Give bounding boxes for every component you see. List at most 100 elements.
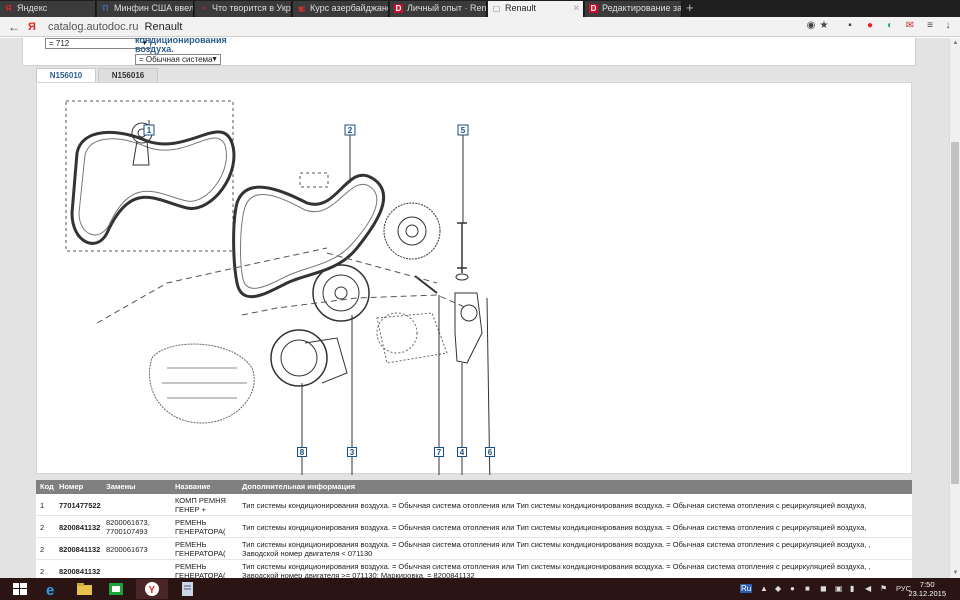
taskbar-file-explorer[interactable]: [68, 579, 100, 599]
mail-notify-icon[interactable]: ✉: [904, 20, 916, 32]
scroll-up-icon[interactable]: ▲: [950, 38, 960, 48]
tab-minfin[interactable]: П Минфин США ввел са: [97, 1, 194, 17]
ac-type-select-value: = Обычная система: [139, 55, 213, 64]
drive2-icon: D: [589, 4, 598, 13]
menu-icon[interactable]: ≡: [924, 20, 936, 32]
tray-app-icon[interactable]: ◆: [775, 584, 781, 593]
tray-arrow-icon[interactable]: ▲: [760, 584, 768, 593]
system-clock[interactable]: 7:50 23.12.2015: [908, 580, 946, 598]
windows-logo-icon: [13, 583, 27, 595]
cell-info: Тип системы кондиционирования воздуха. =…: [242, 562, 871, 578]
page-scrollbar[interactable]: ▲ ▼: [949, 38, 960, 578]
table-row[interactable]: 2 8200841132 8200061673, 7700107493 РЕМЕ…: [36, 516, 912, 538]
new-tab-icon[interactable]: +: [686, 0, 694, 16]
yandex-logo-icon[interactable]: Я: [28, 19, 36, 35]
yandex-browser-icon: Y: [145, 582, 159, 596]
tab-label: Что творится в Украи: [212, 3, 292, 13]
ac-type-label: кондиционирования воздуха.: [135, 38, 227, 54]
tray-app-icon[interactable]: ◼: [820, 584, 827, 593]
cell-info: Тип системы кондиционирования воздуха. =…: [242, 540, 871, 558]
col-code: Код: [40, 482, 54, 491]
tray-app-icon[interactable]: ●: [790, 584, 795, 593]
table-row[interactable]: 2 8200841132 8200061673 РЕМЕНЬ ГЕНЕРАТОР…: [36, 538, 912, 560]
callout-5[interactable]: 5: [461, 126, 466, 135]
clock-date: 23.12.2015: [908, 589, 946, 598]
callout-4[interactable]: 4: [457, 447, 467, 457]
back-icon[interactable]: ←: [8, 19, 20, 35]
alternator-belt-drawing: [232, 173, 386, 299]
taskbar-calculator[interactable]: [172, 579, 204, 599]
tab-label: Личный опыт · Renault: [407, 3, 487, 13]
table-header: Код Номер Замены Название Дополнительная…: [36, 480, 912, 494]
chevron-down-icon: ▼: [211, 56, 218, 63]
tab-label: Renault: [505, 3, 537, 13]
cell-replacements: 8200061673: [106, 545, 148, 554]
table-row[interactable]: 1 7701477522 КОМП РЕМНЯ ГЕНЕР + Тип сист…: [36, 494, 912, 516]
clock-time: 7:50: [919, 580, 935, 589]
cell-name: КОМП РЕМНЯ ГЕНЕР +: [175, 496, 226, 514]
callout-2[interactable]: 2: [348, 126, 353, 135]
network-icon[interactable]: ▮: [850, 584, 854, 593]
page-content: = 712 ▼ кондиционирования воздуха. = Обы…: [0, 38, 949, 578]
col-name: Название: [175, 482, 211, 491]
col-replacements: Замены: [106, 482, 136, 491]
volume-icon[interactable]: ◀: [865, 584, 871, 593]
callout-8[interactable]: 8: [297, 447, 307, 457]
internet-explorer-icon: e: [46, 582, 54, 599]
tab-yandex[interactable]: Я Яндекс: [0, 1, 96, 17]
cell-number[interactable]: 8200841132: [59, 545, 100, 554]
tab-label: Минфин США ввел са: [114, 3, 194, 13]
microphone-icon[interactable]: ◉: [805, 20, 817, 32]
tab-edit-post[interactable]: D Редактирование запис: [585, 1, 682, 17]
yandex-icon: Я: [5, 4, 12, 13]
browser-tab-strip: Я Яндекс П Минфин США ввел са ◔ Что твор…: [0, 0, 960, 17]
cell-code: 2: [40, 523, 45, 532]
tab-label: Яндекс: [17, 3, 48, 13]
taskbar-store[interactable]: [100, 579, 132, 599]
tray-app-icon[interactable]: ▣: [835, 584, 843, 593]
download-icon[interactable]: ↓: [942, 20, 954, 32]
svg-text:e: e: [46, 582, 54, 599]
callout-6[interactable]: 6: [485, 447, 495, 457]
callout-3[interactable]: 3: [347, 447, 357, 457]
translate-icon[interactable]: ◐: [884, 20, 896, 32]
url-page-title: Renault: [144, 21, 183, 33]
taskbar-internet-explorer[interactable]: e: [36, 579, 68, 599]
drive2-icon: D: [394, 4, 403, 13]
action-center-icon[interactable]: ⚑: [880, 584, 887, 593]
url-field[interactable]: catalog.autodoc.ru Renault: [48, 19, 182, 35]
scroll-down-icon[interactable]: ▼: [950, 568, 960, 578]
table-row[interactable]: 2 8200841132 РЕМЕНЬ ГЕНЕРАТОРА( Тип сист…: [36, 560, 912, 578]
taskbar-yandex-browser[interactable]: Y: [136, 579, 168, 599]
tab-n156016[interactable]: N156016: [98, 68, 158, 82]
tab-label: Редактирование запис: [602, 3, 682, 13]
start-button[interactable]: [4, 579, 36, 599]
cell-number[interactable]: 7701477522: [59, 501, 101, 510]
close-tab-icon[interactable]: ✕: [572, 1, 580, 16]
tab-ukraine[interactable]: ◔ Что творится в Украи: [195, 1, 292, 17]
extension-icon[interactable]: ●: [864, 20, 876, 32]
scrollbar-thumb[interactable]: [951, 142, 959, 484]
tab-drive2-renault[interactable]: D Личный опыт · Renault: [390, 1, 487, 17]
opera-icon: ◔: [201, 4, 206, 13]
ac-type-select[interactable]: = Обычная система ▼: [135, 54, 221, 65]
callout-7[interactable]: 7: [434, 447, 444, 457]
callout-1[interactable]: 1: [147, 126, 152, 135]
url-host: catalog.autodoc.ru: [48, 21, 139, 33]
language-indicator-icon[interactable]: Ru: [740, 584, 753, 593]
cell-name: РЕМЕНЬ ГЕНЕРАТОРА(: [175, 562, 226, 578]
cell-number[interactable]: 8200841132: [59, 567, 100, 576]
bookmark-star-icon[interactable]: ★: [818, 20, 830, 32]
tab-azn-rate[interactable]: ▣ Курс азербайджанско: [293, 1, 389, 17]
svg-text:Y: Y: [149, 585, 156, 596]
cell-code: 2: [40, 545, 45, 554]
adblock-icon[interactable]: ▪: [844, 20, 856, 32]
filter-panel: = 712 ▼ кондиционирования воздуха. = Обы…: [22, 38, 916, 66]
document-icon: [182, 582, 193, 596]
cell-info: Тип системы кондиционирования воздуха. =…: [242, 501, 867, 510]
cell-info: Тип системы кондиционирования воздуха. =…: [242, 523, 867, 532]
tab-renault-active[interactable]: ▢ Renault ✕: [488, 1, 584, 17]
tab-n156010[interactable]: N156010: [36, 68, 96, 82]
tray-app-icon[interactable]: ■: [805, 584, 810, 593]
cell-number[interactable]: 8200841132: [59, 523, 100, 532]
